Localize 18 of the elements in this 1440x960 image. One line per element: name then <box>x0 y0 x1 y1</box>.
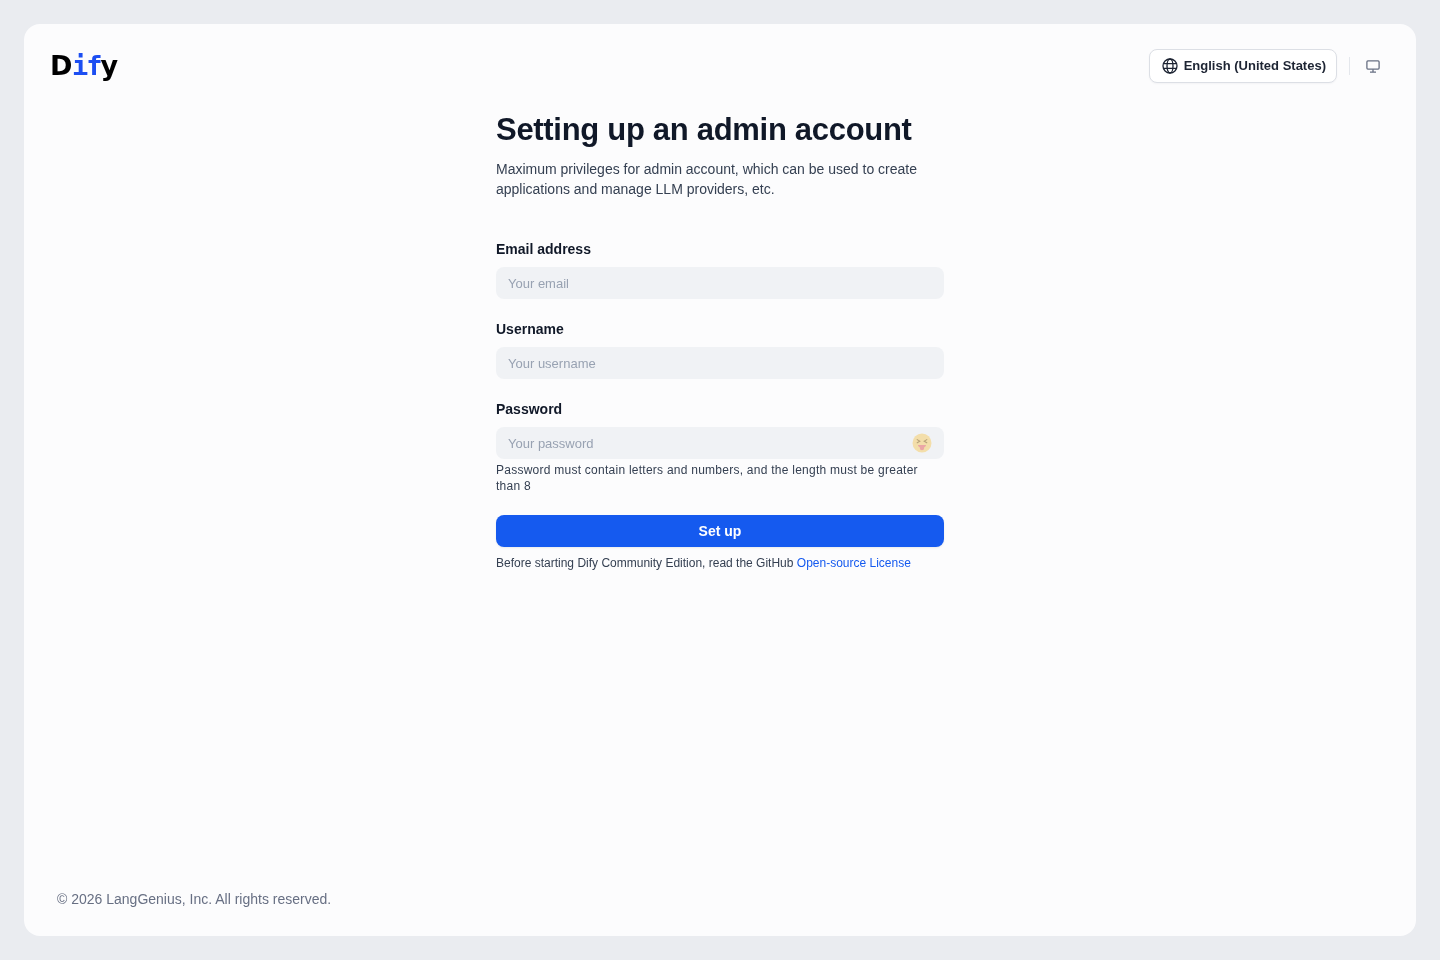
field-label: Username <box>496 320 565 339</box>
field-label: Email address <box>496 240 592 259</box>
globe-icon <box>1161 58 1178 74</box>
page-description: Maximum privileges for admin account, which can be used to create applications and manage LLM providers, etc. <box>496 160 918 199</box>
language-button[interactable]: English (United States) <box>1148 49 1337 83</box>
input-field[interactable]: Your email <box>496 267 944 299</box>
copyright-text: © 2026 LangGenius, Inc. All rights reserved. <box>57 891 332 907</box>
password-field[interactable]: Your password <box>496 427 944 459</box>
logo: Dify <box>50 49 118 83</box>
setup-button[interactable]: Set up <box>496 515 944 547</box>
license-notice: Before starting Dify Community Edition, read the GitHub Open-source License <box>496 555 912 571</box>
license-link[interactable]: Open-source License <box>796 556 911 570</box>
emoji-face-icon[interactable] <box>912 433 932 453</box>
input-field[interactable]: Your username <box>496 347 944 379</box>
page-title: Setting up an admin account <box>496 112 913 148</box>
monitor-icon <box>1366 59 1380 73</box>
field-label: Password <box>496 400 564 419</box>
password-hint: Password must contain letters and numbers, and the length must be greater than 8 <box>496 462 919 494</box>
